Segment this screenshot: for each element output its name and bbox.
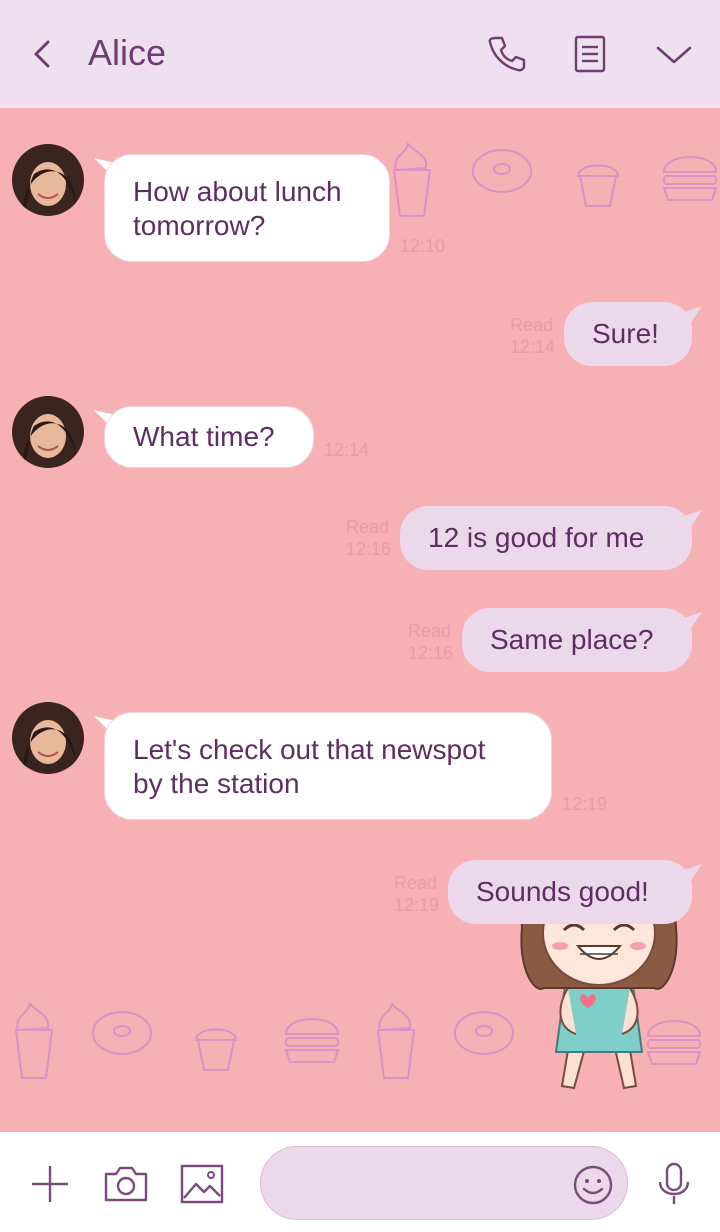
message-text-line: Sounds good! [476, 876, 649, 907]
burger-doodle-icon [662, 156, 718, 201]
read-receipt: Read [510, 315, 554, 335]
chat-title: Alice [88, 32, 167, 73]
microphone-icon[interactable] [650, 1160, 698, 1208]
message-text-line: tomorrow? [133, 210, 266, 241]
donut-doodle-icon [92, 1011, 152, 1055]
message-meta: Read 12:19 [394, 872, 439, 916]
message-bubble-incoming[interactable]: How about lunch tomorrow? [104, 154, 390, 262]
read-receipt: Read [346, 517, 390, 537]
plus-icon[interactable] [26, 1160, 74, 1208]
message-meta: Read 12:14 [510, 314, 555, 358]
message-time: 12:16 [346, 539, 392, 559]
contact-avatar[interactable] [12, 702, 84, 774]
chevron-down-icon[interactable] [650, 30, 698, 78]
emoji-icon[interactable] [571, 1163, 615, 1207]
message-time: 12:19 [394, 895, 440, 915]
bubble-tail [672, 864, 702, 888]
bubble-tail [672, 510, 702, 534]
camera-icon[interactable] [102, 1160, 150, 1208]
ice-cream-doodle-icon [376, 1001, 416, 1079]
message-time: 12:14 [324, 440, 370, 460]
back-chevron-icon[interactable] [26, 32, 58, 76]
read-receipt: Read [408, 621, 452, 641]
ice-cream-doodle-icon [14, 1001, 54, 1079]
input-bar [0, 1132, 720, 1232]
contact-avatar[interactable] [12, 396, 84, 468]
message-text-line: Same place? [490, 624, 654, 655]
message-bubble-outgoing[interactable]: 12 is good for me [400, 506, 692, 570]
cupcake-doodle-icon [576, 164, 620, 207]
image-icon[interactable] [178, 1160, 226, 1208]
message-bubble-outgoing[interactable]: Sounds good! [448, 860, 692, 924]
message-text-line: How about lunch [133, 176, 342, 207]
message-meta: Read 12:16 [346, 516, 391, 560]
bubble-tail [672, 306, 702, 330]
chat-area[interactable]: How about lunch tomorrow? 12:10 Read 12:… [0, 108, 720, 1132]
bubble-tail [672, 612, 702, 636]
message-text-field[interactable] [285, 1165, 565, 1203]
ice-cream-doodle-icon [392, 141, 432, 217]
chat-header: Alice [0, 0, 720, 108]
donut-doodle-icon [472, 149, 532, 193]
burger-doodle-icon [284, 1018, 340, 1063]
message-bubble-incoming[interactable]: What time? [104, 406, 314, 468]
message-meta: Read 12:16 [408, 620, 453, 664]
message-text-line: 12 is good for me [428, 522, 645, 553]
phone-icon[interactable] [482, 30, 530, 78]
contact-avatar[interactable] [12, 144, 84, 216]
message-time: 12:19 [562, 794, 608, 814]
message-text-line: Let's check out that newspot [133, 734, 486, 765]
read-receipt: Read [394, 873, 438, 893]
message-input[interactable] [260, 1146, 628, 1220]
message-time: 12:14 [510, 337, 556, 357]
message-bubble-incoming[interactable]: Let's check out that newspot by the stat… [104, 712, 552, 820]
message-time: 12:10 [400, 236, 446, 256]
message-text-line: Sure! [592, 318, 659, 349]
cupcake-doodle-icon [194, 1028, 238, 1071]
notes-icon[interactable] [566, 30, 614, 78]
message-text-line: What time? [133, 421, 275, 452]
message-text-line: by the station [133, 768, 300, 799]
message-time: 12:16 [408, 643, 454, 663]
message-bubble-outgoing[interactable]: Same place? [462, 608, 692, 672]
